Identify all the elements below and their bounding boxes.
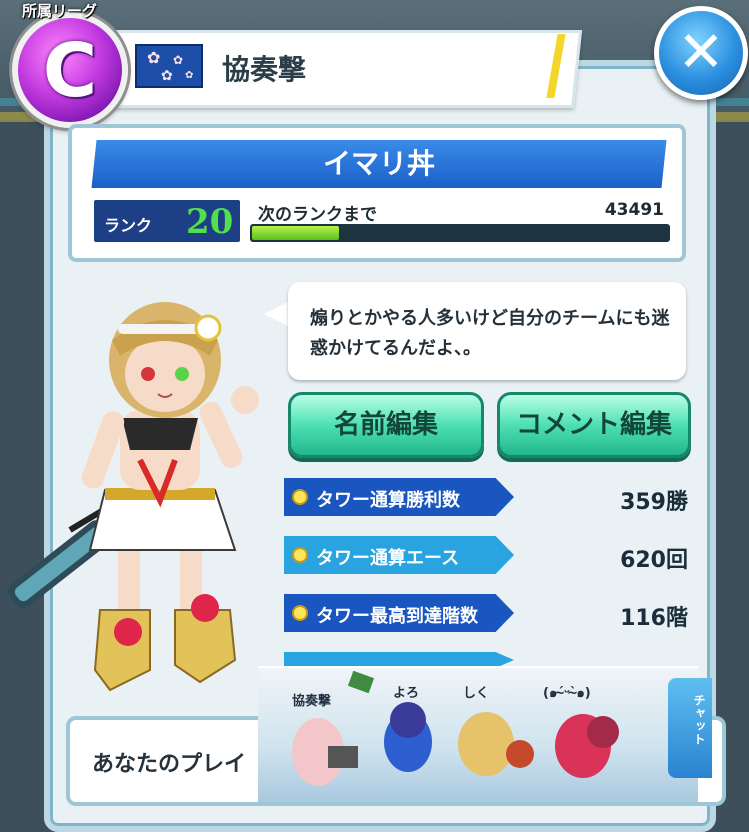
team-name: 協奏撃 [222, 53, 307, 86]
play-style-text: あなたのプレイ [92, 752, 247, 777]
chat-tab-label: チャット [692, 694, 706, 746]
close-button[interactable]: ✕ [654, 6, 748, 100]
member-name: よろ [393, 686, 420, 701]
rank-label: ランク [104, 216, 153, 235]
member-name: (๑ˊ̴ᵕˋ̴๑) [543, 686, 591, 701]
next-rank-label: 次のランクまで [258, 205, 377, 225]
stat-label-wins: タワー通算勝利数 [316, 490, 460, 511]
xp-bar-fill [252, 226, 339, 240]
league-badge[interactable]: C [12, 12, 128, 128]
edit-name-button[interactable]: 名前編集 [288, 392, 484, 458]
stat-value-floor: 116階 [620, 606, 688, 631]
team-flag-icon: ✿ ✿ ✿ ✿ [135, 44, 203, 88]
edit-comment-button[interactable]: コメント編集 [497, 392, 691, 458]
player-name: イマリ丼 [322, 147, 435, 180]
member-name: しく [463, 686, 490, 701]
stat-label-aces: タワー通算エース [316, 548, 460, 569]
member-name: 協奏撃 [292, 694, 332, 709]
character-avatar [8, 302, 259, 692]
ball-icon [292, 547, 308, 563]
rank-value: 20 [186, 202, 234, 242]
league-label: 所属リーグ [22, 2, 98, 20]
close-icon: ✕ [677, 20, 725, 85]
ball-icon [292, 605, 308, 621]
next-rank-value: 43491 [604, 200, 664, 220]
stat-label-floor: タワー最高到達階数 [316, 606, 478, 627]
ball-icon [292, 489, 308, 505]
stat-value-wins: 359勝 [620, 490, 688, 515]
player-comment: 煽りとかやる人多いけど自分のチームにも迷惑かけてるんだよ、。 [310, 308, 670, 359]
league-letter: C [42, 28, 98, 114]
stat-value-aces: 620回 [620, 548, 688, 573]
